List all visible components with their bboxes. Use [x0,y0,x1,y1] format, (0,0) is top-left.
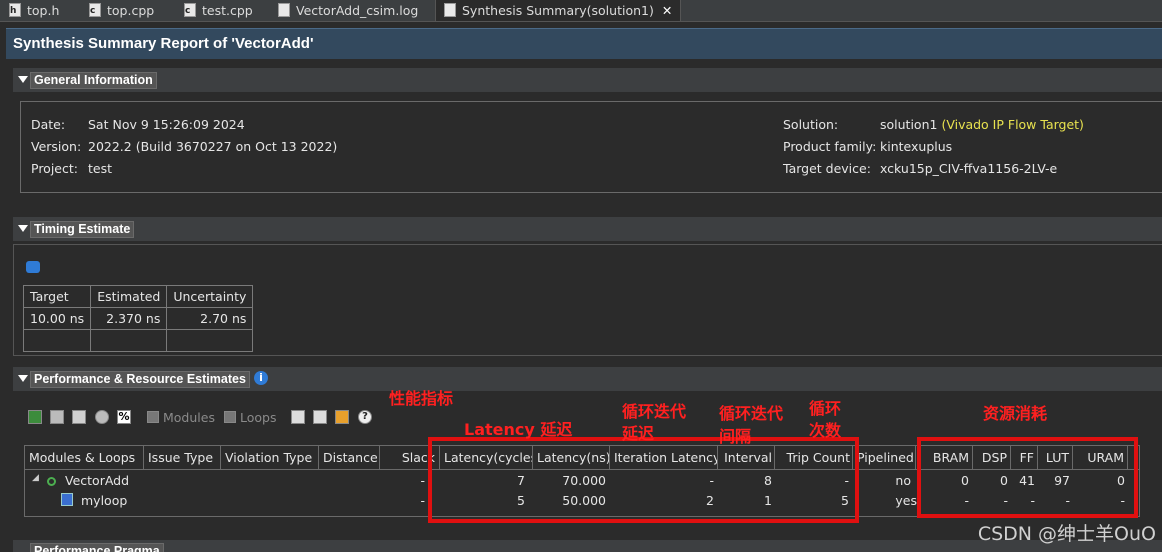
collapse-triangle-icon[interactable] [18,375,28,382]
latency-annotation-box [428,437,859,523]
table-header-row: Target Estimated Uncertainty [22,285,254,308]
target-value: 10.00 ns [22,307,92,330]
collapse-triangle-icon[interactable] [18,225,28,232]
column-header[interactable]: Distance [319,446,380,469]
log-file-icon [278,3,290,17]
estimated-value: 2.370 ns [90,307,168,330]
version-value: 2022.2 (Build 3670227 on Oct 13 2022) [88,139,338,154]
general-info-header[interactable]: General Information [13,68,1162,92]
date-label: Date: [31,117,66,132]
tree-view-icon[interactable] [28,410,42,424]
family-label: Product family: [783,139,877,154]
family-value: kintexuplus [880,139,953,154]
modules-toggle-label[interactable]: Modules [163,410,215,425]
uncertainty-value: 2.70 ns [166,307,254,330]
grid-toggle-icon[interactable] [50,410,64,424]
resource-annotation: 资源消耗 [983,404,1048,423]
slack-cell: - [420,493,425,508]
project-value: test [88,161,113,176]
tab-synthesis-summary[interactable]: Synthesis Summary(solution1) ✕ [435,0,682,21]
loop-name: myloop [81,493,128,508]
column-header: Target [22,285,92,308]
column-header[interactable]: Issue Type [144,446,221,469]
report-file-icon [444,3,456,17]
section-title: Performance & Resource Estimates [30,371,250,388]
section-title: Timing Estimate [30,221,135,238]
tab-csim-log[interactable]: VectorAdd_csim.log [278,0,418,21]
pipeline-filter-icon[interactable] [95,410,109,424]
interval-annotation: 间隔 [719,427,752,446]
close-icon[interactable]: ✕ [662,3,672,18]
table-row [22,329,254,352]
cpp-file-icon [184,1,196,22]
collapse-triangle-icon[interactable] [18,76,28,83]
report-title: Synthesis Summary Report of 'VectorAdd' [13,35,314,52]
help-icon[interactable]: ? [358,410,372,424]
interval-annotation: 循环迭代 [719,404,784,423]
clock-icon [26,261,40,273]
loop-icon [61,493,73,506]
device-value: xcku15p_CIV-ffva1156-2LV-e [880,161,1058,176]
iteration-latency-annotation: 循环迭代 [622,402,687,421]
version-label: Version: [31,139,82,154]
section-title: Performance Pragma [30,543,164,552]
expand-triangle-icon[interactable]: ◢ [32,473,39,483]
solution-target: (Vivado IP Flow Target) [941,117,1084,132]
solution-name: solution1 [880,117,938,132]
cpp-file-icon [89,1,101,22]
warning-filter-icon[interactable] [72,410,86,424]
column-header[interactable]: Modules & Loops [25,446,144,469]
export-icon[interactable] [335,410,349,424]
solution-label: Solution: [783,117,839,132]
pipelined-cell: no [895,473,911,488]
editor-tab-bar: top.h top.cpp test.cpp VectorAdd_csim.lo… [0,0,1162,22]
column-header: Estimated [90,285,168,308]
report-title-bar: Synthesis Summary Report of 'VectorAdd' [6,28,1162,59]
perf-estimates-header[interactable]: Performance & Resource Estimates [13,367,1162,391]
tab-label: top.h [27,3,60,18]
trip-count-annotation: 循环 [809,399,842,418]
section-title: General Information [30,72,157,89]
table-row: 10.00 ns 2.370 ns 2.70 ns [22,307,254,330]
modules-checkbox[interactable] [147,411,159,423]
percent-toggle-icon[interactable]: % [117,410,131,424]
header-file-icon [9,1,21,22]
info-icon[interactable]: i [254,371,268,385]
trip-count-annotation: 次数 [809,421,842,440]
date-value: Sat Nov 9 15:26:09 2024 [88,117,245,132]
solution-value: solution1 (Vivado IP Flow Target) [880,117,1084,132]
tab-label: Synthesis Summary(solution1) [462,3,654,18]
tab-label: top.cpp [107,3,155,18]
slack-cell: - [420,473,425,488]
device-label: Target device: [783,161,871,176]
tab-top-cpp[interactable]: top.cpp [89,0,155,22]
module-icon [47,473,56,488]
expand-all-icon[interactable] [291,410,305,424]
tab-label: test.cpp [202,3,253,18]
loops-toggle-label[interactable]: Loops [240,410,277,425]
collapse-all-icon[interactable] [313,410,327,424]
loops-checkbox[interactable] [224,411,236,423]
column-header: Uncertainty [166,285,254,308]
column-header[interactable]: Pipelined [853,446,916,469]
perf-metric-annotation: 性能指标 [389,389,454,408]
tab-label: VectorAdd_csim.log [296,3,419,18]
resource-annotation-box [917,437,1138,518]
tab-top-h[interactable]: top.h [9,0,60,22]
timing-estimate-header[interactable]: Timing Estimate [13,217,1162,241]
iteration-latency-annotation: 延迟 [622,424,655,443]
tab-test-cpp[interactable]: test.cpp [184,0,253,22]
timing-table: Target Estimated Uncertainty 10.00 ns 2.… [22,285,254,352]
project-label: Project: [31,161,78,176]
pipelined-cell: yes [895,493,917,508]
column-header[interactable]: Violation Type [221,446,319,469]
latency-annotation: Latency 延迟 [464,420,573,439]
watermark: CSDN @绅士羊OuO [977,523,1156,545]
module-name: VectorAdd [65,473,130,488]
